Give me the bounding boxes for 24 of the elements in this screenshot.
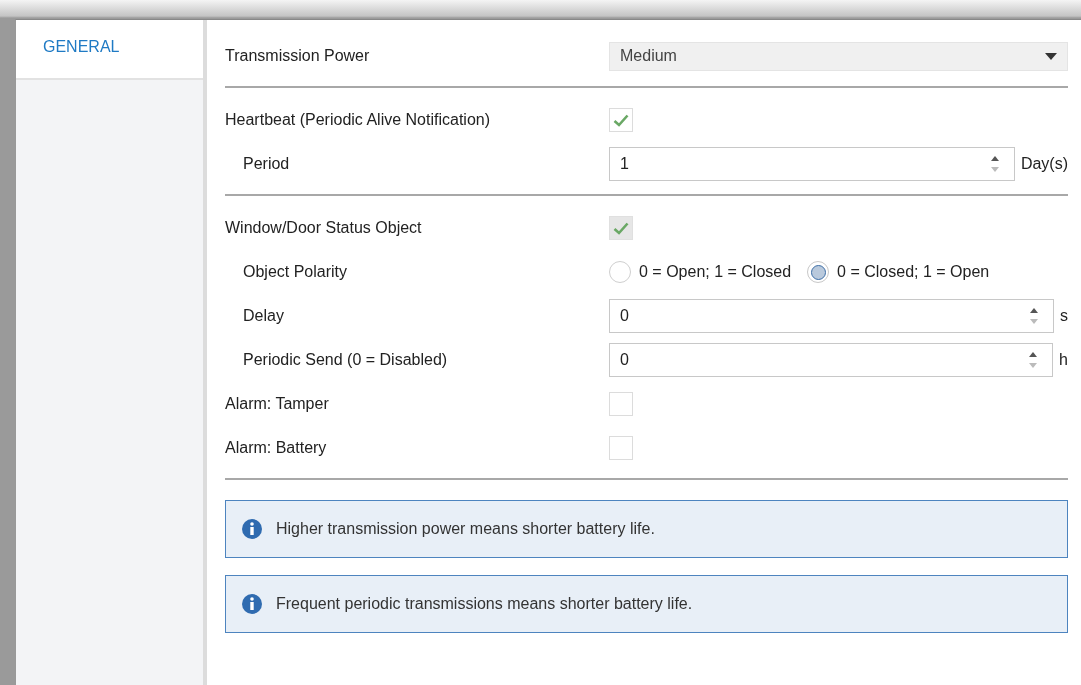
parameter-label: Period — [242, 155, 291, 173]
checkmark-icon — [613, 221, 629, 235]
number-field[interactable]: 1 — [609, 147, 1015, 181]
parameter-label: Delay — [242, 307, 285, 325]
parameter-label: Object Polarity — [242, 263, 349, 281]
checkbox[interactable] — [609, 392, 633, 416]
parameter-label: Transmission Power — [225, 47, 371, 65]
checkbox[interactable] — [609, 108, 633, 132]
caret-icon — [1045, 52, 1057, 60]
unit-label: Day(s) — [1020, 155, 1068, 173]
parameter-label: Alarm: Tamper — [225, 395, 330, 413]
info-message: Frequent periodic transmissions means shorter battery life. — [276, 595, 693, 613]
unit-label: h — [1059, 351, 1068, 369]
checkbox[interactable] — [609, 436, 633, 460]
info-message: Higher transmission power means shorter battery life. — [276, 520, 655, 538]
checkmark-icon — [613, 113, 629, 127]
dropdown[interactable]: Medium — [609, 41, 1068, 71]
parameter-label: Alarm: Battery — [225, 439, 328, 457]
unit-label: s — [1060, 307, 1068, 325]
parameter-label: Window/Door Status Object — [225, 219, 423, 237]
info-icon — [242, 519, 262, 539]
parameter-label: Heartbeat (Periodic Alive Notification) — [225, 111, 491, 129]
info-icon — [242, 594, 262, 614]
parameter-label: Periodic Send (0 = Disabled) — [242, 351, 449, 369]
